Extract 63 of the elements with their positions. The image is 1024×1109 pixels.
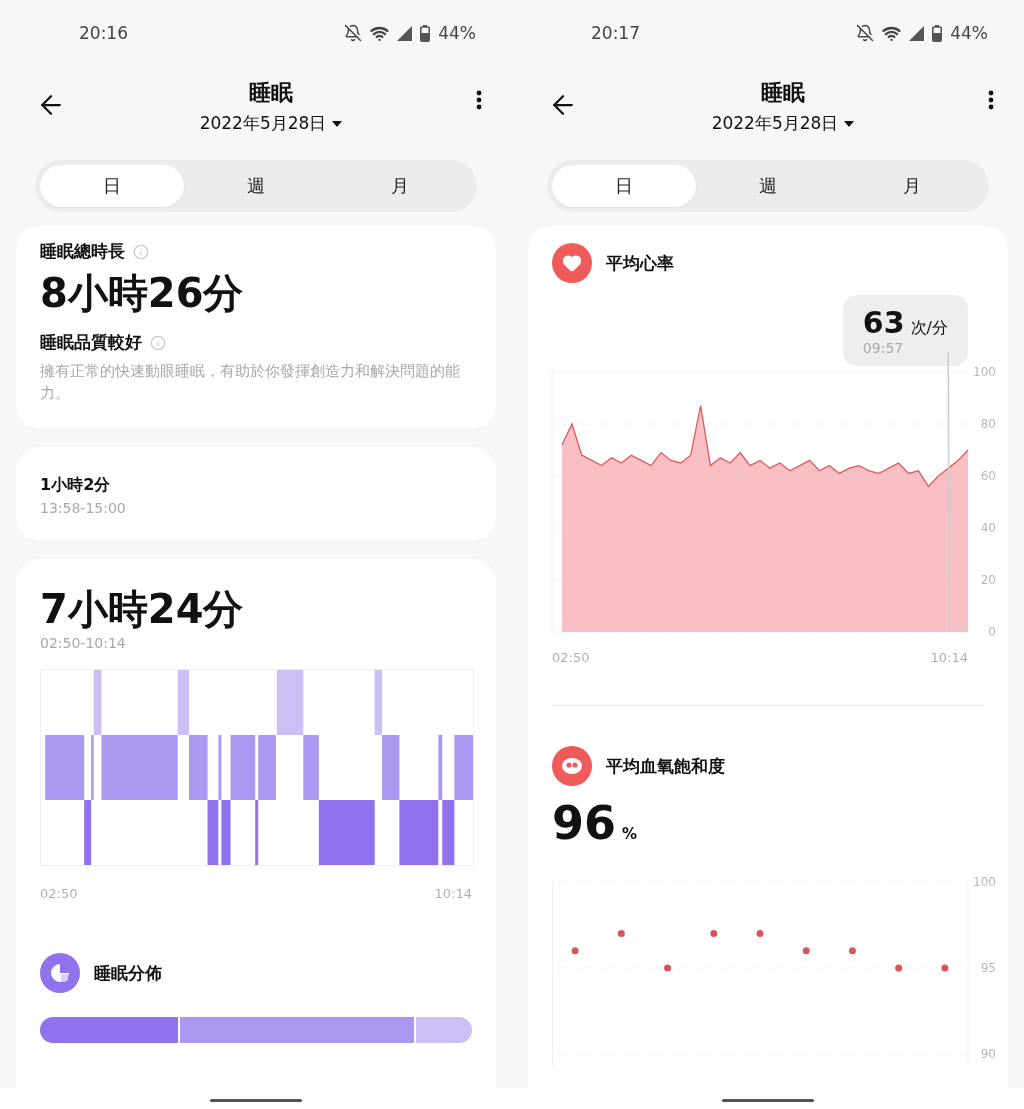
nap-duration: 1小時2分 — [40, 475, 112, 496]
spo2-point — [941, 964, 949, 972]
nap-time-range: 13:58-15:00 — [40, 500, 127, 516]
period-tab[interactable]: 週 — [696, 165, 840, 207]
axis-label: 20 — [980, 573, 996, 587]
spo2-point — [664, 964, 672, 972]
total-duration: 8小時26分 — [40, 269, 245, 318]
axis-label: 95 — [980, 961, 996, 975]
nap-card[interactable]: 1小時2分 13:58-15:00 — [16, 447, 496, 540]
session-time-range: 02:50-10:14 — [40, 635, 127, 651]
caret-icon — [844, 120, 855, 127]
pie-chart-icon — [40, 953, 80, 993]
date-picker[interactable]: 2022年5月28日 — [195, 110, 347, 137]
axis-label: 0 — [988, 625, 996, 639]
battery-icon — [932, 24, 943, 42]
tooltip-value: 63 次/分 — [862, 305, 948, 340]
spo2-point — [571, 947, 579, 955]
tooltip-time: 09:57 — [862, 340, 905, 356]
date-picker[interactable]: 2022年5月28日 — [707, 110, 859, 137]
blood-drop-icon — [552, 746, 592, 786]
spo2-point — [756, 930, 764, 938]
spo2-point — [895, 964, 903, 972]
period-tab[interactable]: 月 — [328, 165, 472, 207]
page-title: 睡眠 — [761, 79, 805, 107]
axis-label: 10:14 — [434, 886, 472, 901]
battery-icon — [420, 24, 431, 42]
axis-label: 100 — [973, 876, 996, 889]
more-icon — [988, 90, 994, 110]
axis-label: 100 — [973, 365, 996, 379]
bell-off-icon — [344, 24, 363, 42]
period-tab[interactable]: 週 — [184, 165, 328, 207]
quality-description: 擁有正常的快速動眼睡眠，有助於你發揮創造力和解決問題的能力。 — [40, 361, 461, 404]
signal-icon — [909, 25, 925, 41]
bell-off-icon — [856, 24, 875, 42]
battery-level: 44% — [950, 23, 988, 43]
axis-label: 60 — [980, 469, 996, 483]
axis-label: 80 — [980, 417, 996, 431]
period-tab[interactable]: 日 — [552, 165, 696, 207]
battery-level: 44% — [438, 23, 476, 43]
axis-label: 02:50 — [40, 886, 78, 901]
axis-label: 02:50 — [552, 650, 590, 665]
period-tab[interactable]: 日 — [40, 165, 184, 207]
status-time: 20:16 — [79, 23, 129, 43]
more-icon — [476, 90, 482, 110]
section-label: 睡眠總時長 — [40, 240, 125, 263]
section-title: 平均血氧飽和度 — [606, 754, 725, 778]
session-duration: 7小時24分 — [40, 585, 245, 634]
period-tab[interactable]: 月 — [840, 165, 984, 207]
spo2-point — [617, 930, 625, 938]
spo2-point — [848, 947, 856, 955]
caret-icon — [332, 120, 343, 127]
status-time: 20:17 — [591, 23, 641, 43]
axis-label: 10:14 — [930, 650, 968, 665]
distribution-title: 睡眠分佈 — [94, 961, 162, 985]
spo2-point — [802, 947, 810, 955]
section-title: 平均心率 — [606, 251, 674, 275]
spo2-point — [710, 930, 718, 938]
signal-icon — [397, 25, 413, 41]
quality-label: 睡眠品質較好 — [40, 331, 142, 354]
axis-label: 90 — [980, 1047, 996, 1061]
page-title: 睡眠 — [249, 79, 293, 107]
axis-label: 40 — [980, 521, 996, 535]
spo2-value: 96% — [552, 796, 639, 850]
